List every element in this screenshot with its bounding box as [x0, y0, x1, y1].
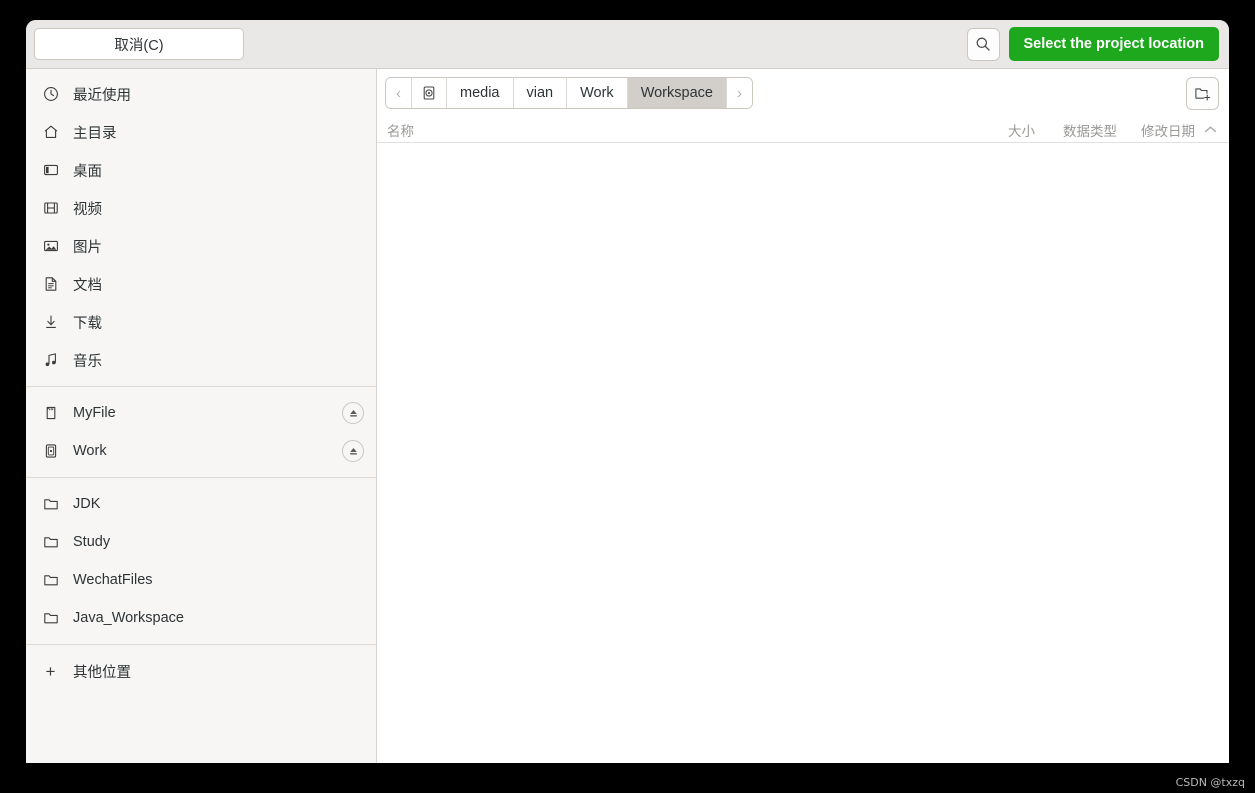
sidebar-item-label: 主目录 [73, 125, 117, 142]
sidebar-item-label: 桌面 [73, 163, 102, 180]
breadcrumb-next-button[interactable]: › [726, 78, 752, 108]
file-chooser-window: 取消(C) Select the project location 最近使用 主… [26, 20, 1229, 763]
select-project-location-button[interactable]: Select the project location [1008, 27, 1219, 61]
search-button[interactable] [966, 27, 1000, 61]
cancel-button[interactable]: 取消(C) [34, 28, 244, 60]
folder-icon [42, 572, 59, 589]
home-icon [42, 124, 59, 141]
new-folder-icon [1195, 87, 1211, 101]
film-icon [42, 200, 59, 217]
watermark: CSDN @txzq [1175, 776, 1245, 789]
eject-icon [349, 409, 357, 417]
sidebar-item-study[interactable]: Study [26, 523, 376, 561]
folder-icon [42, 610, 59, 627]
sidebar-item-pictures[interactable]: 图片 [26, 227, 376, 265]
eject-button-work[interactable] [342, 440, 364, 462]
sidebar-item-label: 视频 [73, 201, 102, 218]
clock-icon [42, 86, 59, 103]
sidebar-item-wechatfiles[interactable]: WechatFiles [26, 561, 376, 599]
header-bar: 取消(C) Select the project location [26, 20, 1229, 69]
desktop-icon [42, 162, 59, 179]
column-header-name[interactable]: 名称 [385, 120, 973, 140]
file-list[interactable] [377, 143, 1229, 763]
sidebar-item-label: 下载 [73, 315, 102, 332]
breadcrumb: ‹ media vian Work Workspace › [385, 77, 753, 109]
sidebar-item-downloads[interactable]: 下载 [26, 303, 376, 341]
sidebar-item-label: 文档 [73, 277, 102, 294]
sidebar-item-label: JDK [73, 496, 101, 512]
content-area: ‹ media vian Work Workspace › 名称 大小 数据类型… [377, 69, 1229, 763]
drive-icon [42, 443, 59, 460]
column-header-date[interactable]: 修改日期 [1117, 120, 1195, 140]
sidebar-item-label: Java_Workspace [73, 610, 184, 626]
sidebar-item-label: Work [73, 443, 107, 459]
folder-icon [42, 496, 59, 513]
sidebar-item-java-workspace[interactable]: Java_Workspace [26, 599, 376, 637]
sidebar-item-label: 音乐 [73, 353, 102, 370]
music-icon [42, 352, 59, 369]
plus-icon: + [45, 661, 56, 681]
column-headers: 名称 大小 数据类型 修改日期 [377, 117, 1229, 143]
document-icon [42, 276, 59, 293]
breadcrumb-root-drive[interactable] [412, 78, 447, 108]
sd-card-icon [42, 405, 59, 422]
sidebar-item-label: 其他位置 [73, 664, 131, 681]
download-icon [42, 314, 59, 331]
sidebar-bookmarks-group: JDK Study WechatFiles Java_Workspace [26, 483, 376, 639]
sidebar-item-label: Study [73, 534, 111, 550]
sidebar-devices-group: MyFile Work [26, 392, 376, 472]
search-icon [976, 37, 990, 51]
sidebar-places-group: 最近使用 主目录 桌面 视频 图片 文档 下载 音乐 [26, 73, 376, 381]
breadcrumb-item-work[interactable]: Work [567, 78, 628, 108]
sidebar-item-documents[interactable]: 文档 [26, 265, 376, 303]
path-bar-row: ‹ media vian Work Workspace › [377, 69, 1229, 117]
sidebar-item-music[interactable]: 音乐 [26, 341, 376, 379]
sidebar-item-desktop[interactable]: 桌面 [26, 151, 376, 189]
sidebar-divider [26, 477, 376, 478]
breadcrumb-prev-button[interactable]: ‹ [386, 78, 412, 108]
eject-button-myfile[interactable] [342, 402, 364, 424]
hard-disk-icon [423, 86, 435, 100]
folder-icon [42, 534, 59, 551]
sidebar: 最近使用 主目录 桌面 视频 图片 文档 下载 音乐 MyFile Work J… [26, 69, 377, 763]
eject-icon [349, 447, 357, 455]
header-actions: Select the project location [966, 27, 1219, 61]
new-folder-button[interactable] [1186, 76, 1219, 110]
sidebar-other-group: + 其他位置 [26, 650, 376, 692]
sidebar-item-recent[interactable]: 最近使用 [26, 75, 376, 113]
window-body: 最近使用 主目录 桌面 视频 图片 文档 下载 音乐 MyFile Work J… [26, 69, 1229, 763]
sidebar-item-label: MyFile [73, 405, 116, 421]
breadcrumb-item-vian[interactable]: vian [513, 78, 568, 108]
column-header-type[interactable]: 数据类型 [1035, 120, 1117, 140]
sidebar-divider [26, 644, 376, 645]
breadcrumb-item-workspace[interactable]: Workspace [627, 78, 727, 108]
sort-indicator[interactable] [1195, 125, 1225, 134]
sidebar-item-home[interactable]: 主目录 [26, 113, 376, 151]
image-icon [42, 238, 59, 255]
sidebar-item-other-locations[interactable]: + 其他位置 [26, 652, 376, 690]
chevron-up-icon [1204, 126, 1216, 133]
sidebar-item-videos[interactable]: 视频 [26, 189, 376, 227]
sidebar-item-label: WechatFiles [73, 572, 153, 588]
sidebar-item-label: 图片 [73, 239, 102, 256]
breadcrumb-item-media[interactable]: media [447, 78, 514, 108]
sidebar-item-work-drive[interactable]: Work [26, 432, 376, 470]
sidebar-item-jdk[interactable]: JDK [26, 485, 376, 523]
sidebar-item-label: 最近使用 [73, 87, 131, 104]
sidebar-item-myfile[interactable]: MyFile [26, 394, 376, 432]
column-header-size[interactable]: 大小 [973, 120, 1035, 140]
sidebar-divider [26, 386, 376, 387]
